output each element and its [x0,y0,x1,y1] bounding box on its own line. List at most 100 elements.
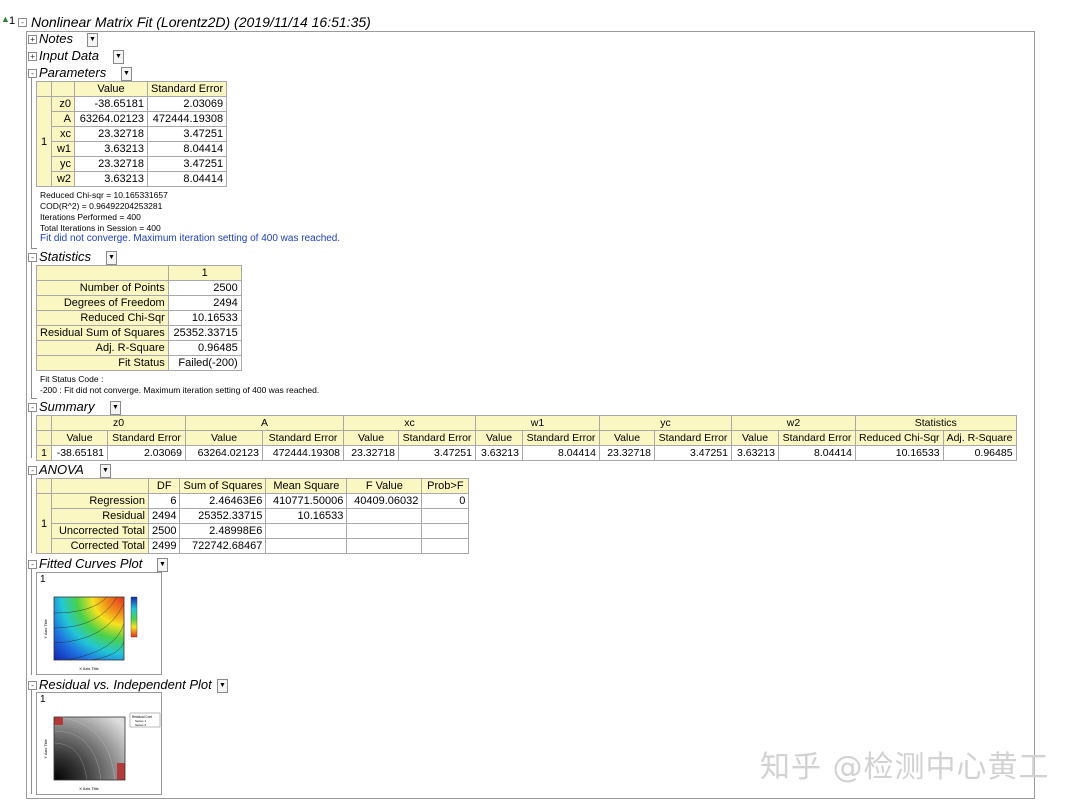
summary-cell[interactable]: 10.16533 [855,445,944,461]
collapse-icon[interactable]: - [28,253,37,262]
collapse-icon[interactable]: - [28,560,37,569]
anova-cell[interactable] [346,538,423,554]
residual-dropdown-button[interactable]: ▼ [217,679,228,693]
residual-hotspot [54,717,63,725]
expand-icon[interactable]: + [28,52,37,61]
anova-cell[interactable] [421,508,470,524]
summary-cell[interactable]: 23.32718 [599,445,655,461]
summary-cell[interactable]: 8.04414 [778,445,856,461]
collapse-icon[interactable]: - [28,403,37,412]
anova-cell[interactable]: 2.48998E6 [179,523,267,539]
input-data-dropdown-button[interactable]: ▼ [113,50,124,64]
y-axis-title: Y Axis Title [43,618,48,638]
parameters-note: Reduced Chi-sqr = 10.165331657 [40,190,168,200]
anova-cell[interactable] [265,538,348,554]
anova-cell[interactable]: 2499 [147,538,181,554]
param-se[interactable]: 8.04414 [146,171,228,187]
contour-fill [54,597,124,660]
anova-cell[interactable]: 410771.50006 [265,493,348,509]
summary-cell[interactable]: 0.96485 [942,445,1017,461]
collapse-icon[interactable]: - [28,681,37,690]
summary-cell[interactable]: 3.63213 [475,445,523,461]
x-axis-title: X Axis Title [79,666,99,671]
statistics-dropdown-button[interactable]: ▼ [106,251,117,265]
section-parameters-title[interactable]: Parameters [39,65,106,80]
section-statistics-title[interactable]: Statistics [39,249,91,264]
param-se[interactable]: 472444.19308 [146,111,228,127]
section-anova-title[interactable]: ANOVA [39,462,84,477]
col-header: Mean Square [265,478,348,494]
summary-dropdown-button[interactable]: ▼ [110,401,121,415]
col-header: 1 [167,265,242,281]
stat-value[interactable]: 2494 [167,295,242,311]
param-value[interactable]: 23.32718 [74,156,148,172]
color-scale [130,596,138,638]
anova-cell[interactable] [346,508,423,524]
anova-cell[interactable]: 722742.68467 [179,538,267,554]
param-se[interactable]: 8.04414 [146,141,228,157]
collapse-icon[interactable]: - [28,466,37,475]
param-se[interactable]: 2.03069 [146,96,228,112]
param-value[interactable]: -38.65181 [74,96,148,112]
x-axis-title: X Axis Title [79,786,99,791]
summary-cell[interactable]: 63264.02123 [185,445,263,461]
param-se[interactable]: 3.47251 [146,156,228,172]
param-name: z0 [51,96,75,112]
anova-cell[interactable]: 10.16533 [265,508,348,524]
anova-cell[interactable] [421,523,470,539]
anova-dropdown-button[interactable]: ▼ [100,464,111,478]
anova-cell[interactable]: 2500 [147,523,181,539]
section-residual-title[interactable]: Residual vs. Independent Plot [39,677,212,692]
summary-cell[interactable]: 8.04414 [522,445,600,461]
collapse-icon[interactable]: - [18,18,27,27]
stat-value[interactable]: 10.16533 [167,310,242,326]
param-name: yc [51,156,75,172]
param-value[interactable]: 3.63213 [74,171,148,187]
summary-cell[interactable]: -38.65181 [51,445,108,461]
group-header: Statistics [855,415,1017,431]
summary-cell[interactable]: 3.63213 [731,445,779,461]
param-se[interactable]: 3.47251 [146,126,228,142]
section-fitted-curves-title[interactable]: Fitted Curves Plot [39,556,142,571]
notes-dropdown-button[interactable]: ▼ [87,33,98,47]
anova-cell[interactable] [421,538,470,554]
residual-graph[interactable]: 1 Residual Cont Series 1 Series 2 X Axis… [36,692,162,795]
tree-line [31,690,32,794]
stat-value[interactable]: 0.96485 [167,340,242,356]
param-value[interactable]: 3.63213 [74,141,148,157]
anova-cell[interactable] [265,523,348,539]
expand-icon[interactable]: + [28,35,37,44]
collapse-icon[interactable]: - [28,69,37,78]
anova-cell[interactable]: 40409.06032 [346,493,423,509]
summary-cell[interactable]: 2.03069 [107,445,186,461]
param-value[interactable]: 23.32718 [74,126,148,142]
param-value[interactable]: 63264.02123 [74,111,148,127]
section-notes-title[interactable]: Notes [39,31,73,46]
watermark-text: 知乎 @检测中心黄工 [760,750,1050,785]
summary-cell[interactable]: 23.32718 [343,445,399,461]
anova-cell[interactable]: 0 [421,493,470,509]
anova-cell[interactable]: 2.46463E6 [179,493,267,509]
convergence-warning: Fit did not converge. Maximum iteration … [40,233,341,244]
anova-cell[interactable]: 25352.33715 [179,508,267,524]
left-gutter [0,0,18,806]
parameters-dropdown-button[interactable]: ▼ [121,67,132,81]
tree-line [31,412,32,458]
param-name: w1 [51,141,75,157]
stat-value[interactable]: Failed(-200) [167,355,242,371]
summary-cell[interactable]: 3.47251 [654,445,732,461]
anova-cell[interactable] [346,523,423,539]
fitted-curves-dropdown-button[interactable]: ▼ [157,558,168,572]
section-input-data-title[interactable]: Input Data [39,48,99,63]
anova-cell[interactable]: 2494 [147,508,181,524]
stat-value[interactable]: 25352.33715 [167,325,242,341]
summary-table: z0 A xc w1 yc w2 Statistics Value Standa… [36,415,1017,461]
fitted-curves-graph[interactable]: 1 X Axis Title Y Axis Title [36,572,162,675]
stat-value[interactable]: 2500 [167,280,242,296]
summary-cell[interactable]: 3.47251 [398,445,476,461]
section-summary-title[interactable]: Summary [39,399,95,414]
tree-line [31,248,37,249]
tree-line [31,262,32,398]
anova-cell[interactable]: 6 [147,493,181,509]
summary-cell[interactable]: 472444.19308 [262,445,344,461]
